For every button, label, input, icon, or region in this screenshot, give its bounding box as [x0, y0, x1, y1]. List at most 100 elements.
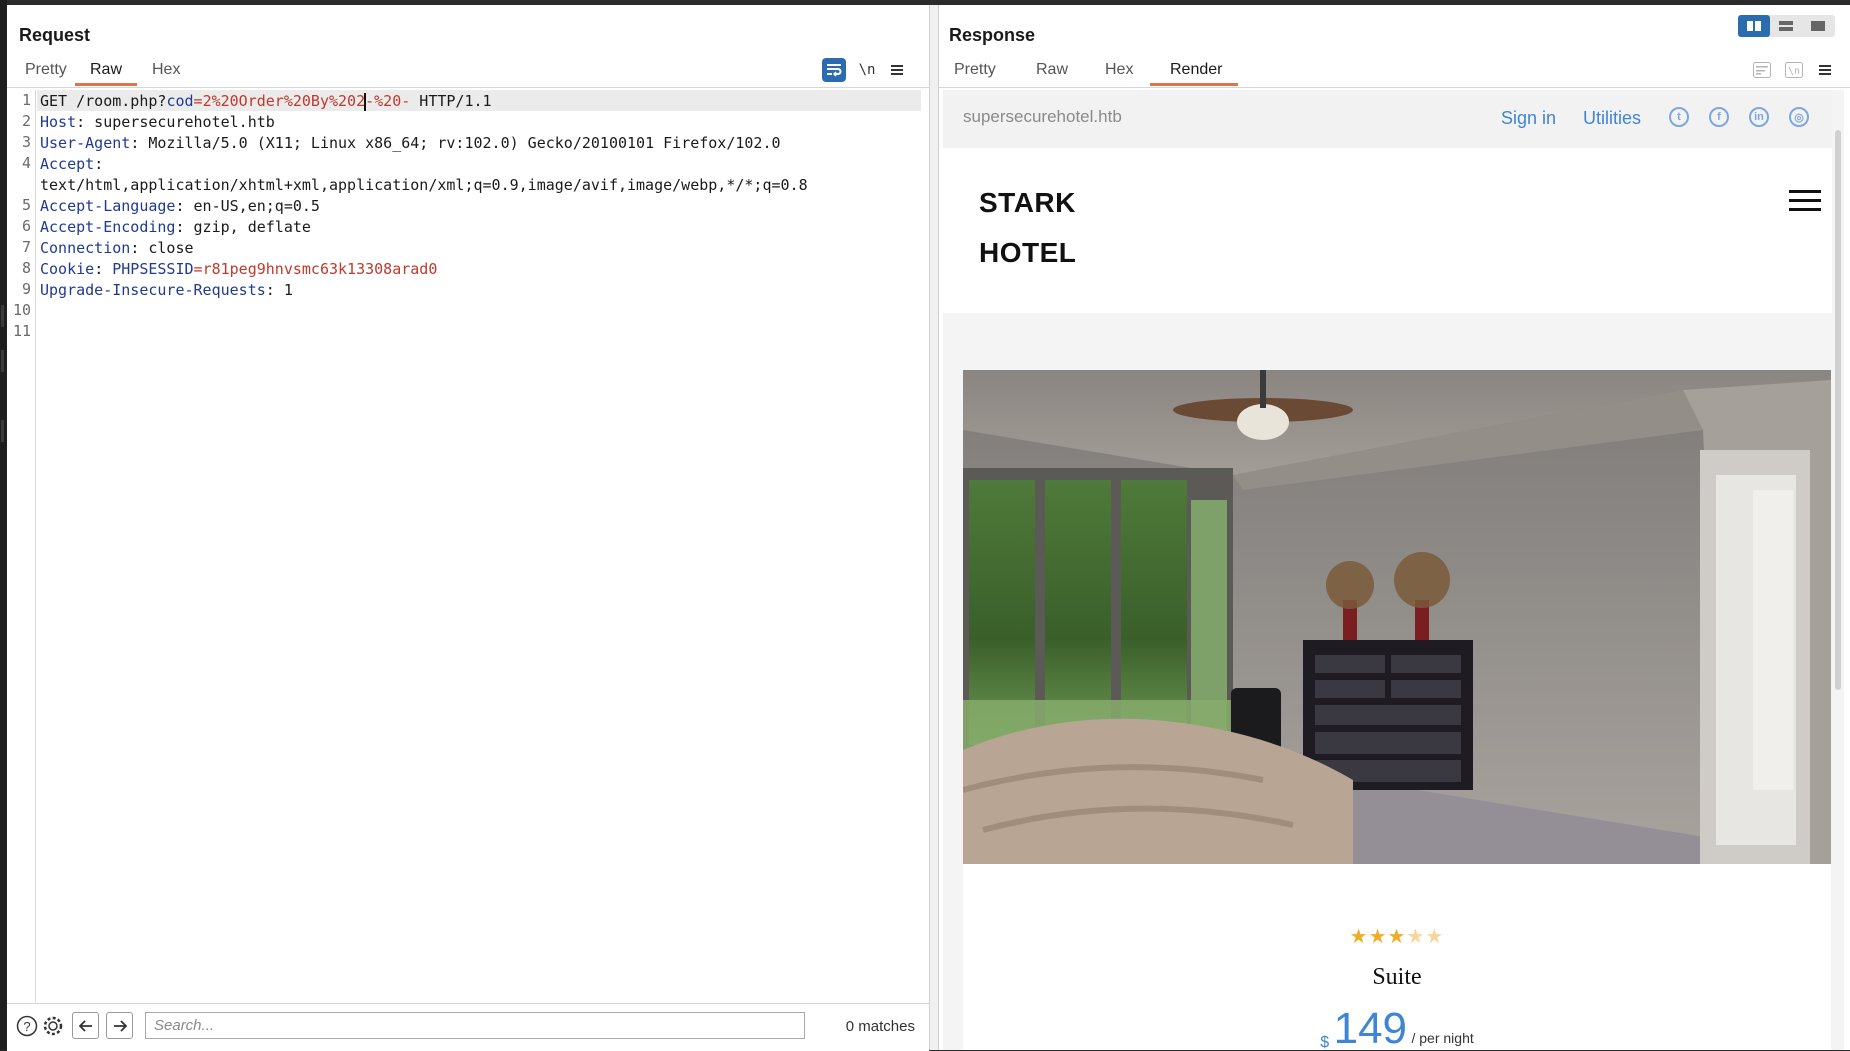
left-window-strip: [0, 0, 7, 1050]
layout-side-by-side-button[interactable]: [1738, 15, 1770, 37]
room-name: Suite: [1372, 964, 1422, 990]
arrow-right-icon: [113, 1019, 127, 1032]
linkedin-icon[interactable]: in: [1749, 107, 1769, 127]
request-title: Request: [19, 25, 91, 45]
tab-pretty[interactable]: Pretty: [25, 61, 67, 83]
line-number: 9: [21, 280, 31, 298]
svg-text:\n: \n: [1788, 66, 1800, 77]
star-empty-icon: ★: [1406, 924, 1426, 948]
brand-line-2: HOTEL: [979, 237, 1077, 268]
response-menu-button[interactable]: [1813, 58, 1837, 82]
brand-logo[interactable]: STARK HOTEL: [979, 178, 1076, 278]
word-wrap-toggle[interactable]: [822, 58, 846, 82]
request-menu-button[interactable]: [885, 58, 909, 82]
single-panel-icon: [1811, 21, 1825, 31]
response-title: Response: [949, 25, 1036, 45]
price-period: / per night: [1411, 1030, 1474, 1046]
response-tabs: Pretty Raw Hex Render: [939, 61, 1850, 87]
line-number: 8: [21, 259, 31, 277]
burp-repeater-panel: Request Pretty Raw Hex \n 1 2 3 4 5 6 7 …: [7, 5, 1850, 1051]
active-tab-indicator: [75, 83, 137, 86]
response-pane: Response Pretty Raw Hex Render \n supers…: [939, 5, 1850, 1050]
svg-text:?: ?: [23, 1019, 30, 1034]
star-filled-icon: ★: [1387, 924, 1407, 948]
utilities-link[interactable]: Utilities: [1583, 108, 1641, 129]
tab-hex[interactable]: Hex: [152, 61, 180, 83]
sign-in-link[interactable]: Sign in: [1501, 108, 1556, 129]
search-input[interactable]: Search...: [145, 1012, 805, 1039]
facebook-icon[interactable]: f: [1709, 107, 1729, 127]
line-number: 5: [21, 196, 31, 214]
line-number: 3: [21, 133, 31, 151]
request-line: GET /room.php?cod=2%20Order%20By%202-%20…: [40, 92, 492, 111]
star-filled-icon: ★: [1368, 924, 1388, 948]
price-currency: $: [1320, 1034, 1330, 1050]
rendered-page: supersecurehotel.htb Sign in Utilities t…: [943, 90, 1844, 1050]
search-settings-button[interactable]: [39, 1012, 66, 1039]
star-filled-icon: ★: [1349, 924, 1369, 948]
wrap-icon: [827, 64, 842, 77]
active-tab-indicator: [1150, 83, 1238, 86]
request-pane: Request Pretty Raw Hex \n 1 2 3 4 5 6 7 …: [7, 5, 929, 1051]
header-accept-value: text/html,application/xhtml+xml,applicat…: [40, 176, 808, 194]
bedroom-image: [963, 370, 1831, 864]
pane-splitter[interactable]: [929, 5, 939, 1050]
newline-icon: \n: [858, 62, 876, 78]
instagram-icon[interactable]: ◎: [1789, 107, 1809, 127]
gear-icon: [43, 1016, 62, 1035]
render-scrollbar[interactable]: [1832, 90, 1844, 1050]
header-connection: Connection: close: [40, 239, 194, 257]
room-photo: [963, 370, 1831, 864]
twitter-icon[interactable]: t: [1669, 107, 1689, 127]
newline-icon: \n: [1785, 62, 1803, 78]
response-wrap-toggle[interactable]: [1750, 58, 1774, 82]
tab-raw[interactable]: Raw: [1036, 61, 1068, 83]
header-user-agent: User-Agent: Mozilla/5.0 (X11; Linux x86_…: [40, 134, 781, 152]
line-number-gutter: 1 2 3 4 5 6 7 8 9 10 11: [7, 90, 36, 1002]
request-tabs: Pretty Raw Hex: [7, 61, 929, 87]
menu-icon: [1819, 65, 1831, 75]
room-card: ★★★★★ Suite $ 149 / per night: [963, 864, 1831, 1050]
line-number: 6: [21, 217, 31, 235]
rows-icon: [1779, 21, 1793, 31]
price-amount: 149: [1333, 1004, 1408, 1050]
next-match-button[interactable]: [106, 1012, 133, 1039]
line-number: 10: [12, 301, 31, 319]
wrap-icon: [1753, 62, 1771, 78]
line-number: 1: [21, 91, 31, 109]
help-icon: ?: [16, 1015, 37, 1036]
header-host: Host: supersecurehotel.htb: [40, 113, 275, 131]
tab-pretty[interactable]: Pretty: [954, 61, 996, 83]
scrollbar-thumb[interactable]: [1835, 130, 1841, 690]
header-accept-language: Accept-Language: en-US,en;q=0.5: [40, 197, 320, 215]
menu-icon: [891, 65, 903, 75]
line-number: 2: [21, 112, 31, 130]
site-topbar: supersecurehotel.htb Sign in Utilities t…: [943, 90, 1832, 148]
arrow-left-icon: [78, 1019, 92, 1032]
site-header: STARK HOTEL: [943, 148, 1832, 313]
room-price: $ 149 / per night: [963, 1004, 1831, 1050]
response-newlines-toggle[interactable]: \n: [1782, 58, 1806, 82]
brand-line-1: STARK: [979, 187, 1076, 218]
previous-match-button[interactable]: [72, 1012, 99, 1039]
tab-hex[interactable]: Hex: [1105, 61, 1133, 83]
tab-render[interactable]: Render: [1170, 61, 1222, 83]
columns-icon: [1747, 21, 1761, 31]
help-button[interactable]: ?: [13, 1012, 40, 1039]
layout-tabs-button[interactable]: [1802, 15, 1834, 37]
match-count: 0 matches: [845, 1018, 915, 1035]
search-bar: ? Search... 0 matches: [7, 1003, 929, 1051]
star-empty-icon: ★: [1425, 924, 1445, 948]
line-number: 11: [12, 322, 31, 340]
layout-stacked-button[interactable]: [1770, 15, 1802, 37]
line-number: 4: [21, 154, 31, 172]
hamburger-menu-icon[interactable]: [1789, 190, 1821, 212]
rating-stars: ★★★★★: [963, 924, 1831, 948]
layout-switcher: [1738, 15, 1835, 37]
line-number: 7: [21, 238, 31, 256]
header-upgrade-insecure: Upgrade-Insecure-Requests: 1: [40, 281, 293, 299]
tab-raw[interactable]: Raw: [90, 61, 122, 83]
header-accept-encoding: Accept-Encoding: gzip, deflate: [40, 218, 311, 236]
header-cookie: Cookie: PHPSESSID=r81peg9hnvsmc63k13308a…: [40, 260, 438, 278]
show-newlines-toggle[interactable]: \n: [855, 58, 879, 82]
